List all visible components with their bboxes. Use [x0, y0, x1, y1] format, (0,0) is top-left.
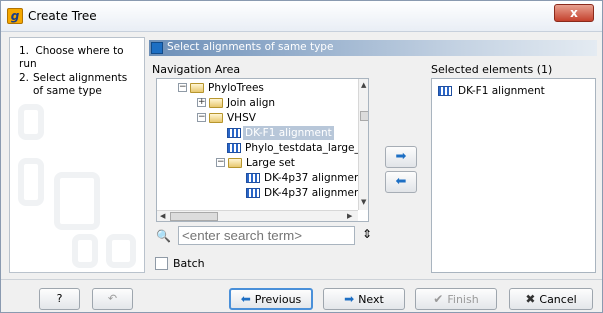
checkmark-icon: ✔ [433, 292, 444, 306]
decoration-shape [106, 234, 136, 268]
decoration-shape [18, 104, 44, 140]
tree-item-phylo-testdata[interactable]: Phylo_testdata_large_VH [157, 141, 368, 155]
collapse-icon[interactable]: − [197, 113, 206, 122]
arrow-right-icon: ➡ [395, 149, 407, 164]
window-title: Create Tree [28, 9, 97, 23]
tree-item-dk-4p37-alignment-fi[interactable]: DK-4p37 alignment_fi [157, 186, 368, 200]
finish-button[interactable]: ✔ Finish [415, 288, 497, 310]
batch-checkbox[interactable] [155, 257, 168, 270]
step-choose-where-to-run: 1. Choose where to run [19, 45, 124, 70]
tree-item-large-set[interactable]: − Large set [157, 156, 357, 170]
scroll-left-icon[interactable]: ◀ [160, 212, 165, 220]
arrow-right-icon: ➡ [344, 292, 355, 306]
alignment-icon [227, 128, 241, 138]
cancel-button[interactable]: ✖ Cancel [509, 288, 593, 310]
cancel-x-icon: ✖ [525, 292, 536, 306]
title-bar: g Create Tree x [1, 1, 602, 32]
section-header: Select alignments of same type [149, 40, 597, 56]
navigation-area-label: Navigation Area [152, 63, 241, 76]
horizontal-scroll-thumb[interactable] [170, 212, 218, 221]
selected-elements-label: Selected elements (1) [431, 63, 553, 76]
create-tree-dialog: g Create Tree x 1. Choose where to run 2… [0, 0, 603, 313]
tree-item-dk-4p37-alignment[interactable]: DK-4p37 alignment [157, 171, 365, 185]
folder-icon [190, 83, 204, 93]
help-button[interactable]: ? [39, 288, 80, 310]
app-icon: g [7, 8, 23, 24]
arrow-left-icon: ⬅ [240, 292, 251, 306]
alignment-icon [246, 188, 260, 198]
next-button[interactable]: ➡ Next [323, 288, 405, 310]
scroll-right-icon[interactable]: ▶ [347, 212, 352, 220]
arrow-left-icon: ⬅ [395, 174, 407, 189]
footer-divider [1, 279, 602, 280]
search-icon[interactable]: 🔍 [156, 229, 171, 243]
section-icon [151, 42, 163, 54]
scroll-up-icon[interactable]: ▲ [361, 81, 366, 89]
folder-icon [209, 113, 223, 123]
collapse-icon[interactable]: − [178, 83, 187, 92]
folder-icon [228, 158, 242, 168]
undo-button[interactable]: ↶ [92, 288, 133, 310]
search-input[interactable] [178, 226, 355, 245]
folder-icon [209, 98, 223, 108]
wizard-steps-panel: 1. Choose where to run 2. Select alignme… [9, 37, 145, 273]
alignment-icon [227, 143, 241, 153]
previous-button[interactable]: ⬅ Previous [229, 288, 313, 310]
remove-from-selected-button[interactable]: ⬅ [385, 171, 417, 193]
alignment-icon [246, 173, 260, 183]
section-title: Select alignments of same type [167, 41, 334, 53]
navigation-tree[interactable]: − PhyloTrees + Join align − VHSV DK-F1 a… [156, 78, 369, 222]
horizontal-scrollbar[interactable]: ◀ ▶ [157, 210, 358, 221]
expand-icon[interactable]: + [197, 98, 206, 107]
selected-item-dk-f1-alignment[interactable]: DK-F1 alignment [436, 84, 586, 98]
undo-icon: ↶ [107, 292, 118, 305]
vertical-scroll-thumb[interactable] [360, 111, 368, 121]
sort-toggle-icon[interactable]: ⇕ [362, 227, 372, 241]
decoration-shape [72, 234, 98, 268]
add-to-selected-button[interactable]: ➡ [385, 146, 417, 168]
decoration-shape [18, 158, 44, 206]
close-button[interactable]: x [554, 4, 594, 22]
tree-item-dk-f1-alignment[interactable]: DK-F1 alignment [157, 126, 357, 140]
scroll-down-icon[interactable]: ▼ [361, 198, 366, 206]
batch-label: Batch [173, 257, 205, 270]
collapse-icon[interactable]: − [216, 158, 225, 167]
decoration-shape [54, 172, 100, 230]
selected-elements-list[interactable]: DK-F1 alignment [431, 78, 596, 273]
tree-item-join-align[interactable]: + Join align [157, 96, 357, 110]
alignment-icon [438, 86, 452, 96]
vertical-scrollbar[interactable]: ▲ ▼ [358, 79, 368, 210]
tree-item-phylotrees[interactable]: − PhyloTrees [157, 81, 357, 95]
tree-item-vhsv[interactable]: − VHSV [157, 111, 357, 125]
